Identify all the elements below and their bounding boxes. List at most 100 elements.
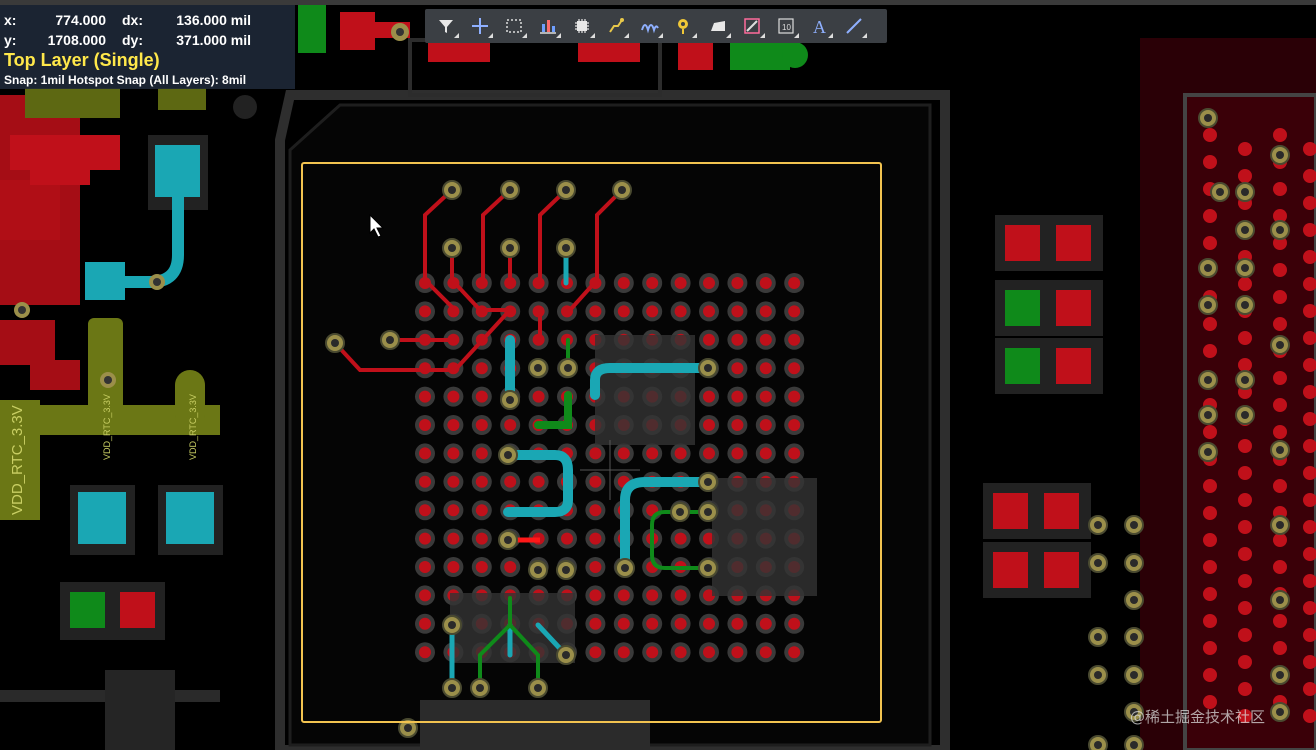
bga-pad[interactable] (589, 617, 602, 630)
bga-pad[interactable] (617, 646, 630, 659)
connector-pad[interactable] (1203, 560, 1217, 574)
bga-pad[interactable] (788, 447, 801, 460)
bga-pad[interactable] (759, 447, 772, 460)
bga-pad[interactable] (703, 447, 715, 460)
bga-pad[interactable] (475, 561, 488, 573)
bga-pad[interactable] (646, 277, 659, 289)
component-button[interactable] (567, 12, 596, 40)
bga-pad[interactable] (674, 646, 687, 659)
connector-pad[interactable] (1203, 155, 1217, 169)
bga-pad[interactable] (703, 333, 715, 346)
bga-pad[interactable] (788, 277, 801, 289)
connector-pad[interactable] (1273, 263, 1287, 277)
connector-pad[interactable] (1238, 277, 1252, 291)
connector-pad[interactable] (1203, 236, 1217, 250)
bga-pad[interactable] (759, 390, 772, 403)
bga-pad[interactable] (475, 475, 488, 488)
bga-pad[interactable] (788, 646, 801, 659)
bga-pad[interactable] (419, 419, 431, 431)
bga-pad[interactable] (703, 617, 715, 630)
bga-pad[interactable] (475, 362, 488, 375)
bga-pad[interactable] (617, 589, 630, 602)
bga-pad[interactable] (532, 475, 545, 488)
bga-pad[interactable] (504, 419, 517, 431)
connector-pad[interactable] (1273, 425, 1287, 439)
bga-pad[interactable] (703, 419, 715, 431)
bga-pad[interactable] (447, 561, 460, 573)
string-button[interactable]: A (805, 12, 834, 40)
bga-pad[interactable] (617, 617, 630, 630)
bga-pad[interactable] (674, 589, 687, 602)
bga-pad[interactable] (759, 419, 772, 431)
bga-pad[interactable] (532, 390, 545, 403)
bga-pad[interactable] (646, 646, 659, 659)
bga-pad[interactable] (703, 646, 715, 659)
bga-pad[interactable] (731, 646, 744, 659)
connector-pad[interactable] (1203, 641, 1217, 655)
bga-pad[interactable] (788, 390, 801, 403)
bga-pad[interactable] (475, 447, 488, 460)
connector-pad[interactable] (1273, 533, 1287, 547)
bga-pad[interactable] (759, 277, 772, 289)
bga-pad[interactable] (759, 333, 772, 346)
bga-pad[interactable] (589, 532, 602, 545)
filter-button[interactable] (431, 12, 460, 40)
bga-pad[interactable] (617, 447, 630, 460)
bga-pad[interactable] (561, 532, 573, 545)
connector-pad[interactable] (1203, 317, 1217, 331)
diff-pair-button[interactable] (635, 12, 664, 40)
bga-pad[interactable] (447, 390, 460, 403)
connector-pad[interactable] (1273, 128, 1287, 142)
bga-pad[interactable] (731, 277, 744, 289)
connector-pad[interactable] (1203, 479, 1217, 493)
bga-pad[interactable] (646, 589, 659, 602)
connector-pad[interactable] (1238, 439, 1252, 453)
connector-pad[interactable] (1203, 344, 1217, 358)
connector-pad[interactable] (1238, 574, 1252, 588)
bga-pad[interactable] (788, 617, 801, 630)
bga-pad[interactable] (731, 305, 744, 318)
connector-pad[interactable] (1273, 290, 1287, 304)
bga-pad[interactable] (419, 504, 431, 517)
bga-pad[interactable] (674, 305, 687, 318)
bga-pad[interactable] (731, 617, 744, 630)
polygon-button[interactable] (703, 12, 732, 40)
bga-pad[interactable] (759, 362, 772, 375)
bga-pad[interactable] (674, 447, 687, 460)
keepout-button[interactable] (737, 12, 766, 40)
bga-pad[interactable] (419, 617, 431, 630)
bga-pad[interactable] (731, 333, 744, 346)
bga-pad[interactable] (589, 305, 602, 318)
bga-pad[interactable] (589, 475, 602, 488)
bga-pad[interactable] (447, 532, 460, 545)
connector-pad[interactable] (1203, 506, 1217, 520)
bga-pad[interactable] (447, 504, 460, 517)
bga-pad[interactable] (788, 333, 801, 346)
bga-pad[interactable] (475, 504, 488, 517)
bga-pad[interactable] (475, 390, 488, 403)
connector-pad[interactable] (1238, 331, 1252, 345)
bga-pad[interactable] (731, 419, 744, 431)
connector-pad[interactable] (1238, 655, 1252, 669)
crosshair-button[interactable] (465, 12, 494, 40)
connector-pad[interactable] (1238, 466, 1252, 480)
bga-pad[interactable] (646, 617, 659, 630)
align-button[interactable] (533, 12, 562, 40)
bga-pad[interactable] (759, 305, 772, 318)
bga-pad[interactable] (731, 390, 744, 403)
connector-pad[interactable] (1238, 358, 1252, 372)
connector-pad[interactable] (1273, 317, 1287, 331)
connector-pad[interactable] (1273, 479, 1287, 493)
bga-pad[interactable] (788, 362, 801, 375)
connector-pad[interactable] (1273, 560, 1287, 574)
connector-pad[interactable] (1238, 628, 1252, 642)
connector-pad[interactable] (1203, 425, 1217, 439)
connector-pad[interactable] (1238, 493, 1252, 507)
bga-pad[interactable] (447, 447, 460, 460)
bga-pad[interactable] (419, 475, 431, 488)
connector-pad[interactable] (1203, 668, 1217, 682)
bga-pad[interactable] (589, 589, 602, 602)
bga-pad[interactable] (617, 305, 630, 318)
bga-pad[interactable] (504, 475, 517, 488)
route-button[interactable] (601, 12, 630, 40)
